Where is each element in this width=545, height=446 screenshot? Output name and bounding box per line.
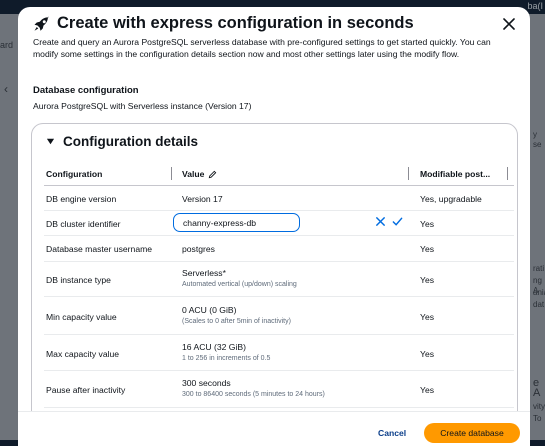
modal-title-text: Create with express configuration in sec… [57, 14, 414, 32]
config-value: Version 17 [182, 194, 223, 204]
column-header-configuration: Configuration [46, 169, 103, 179]
column-header-value-text: Value [182, 169, 205, 179]
config-modifiable: Yes [420, 349, 435, 359]
caret-down-icon [46, 138, 55, 145]
background-side-text: ard [0, 40, 14, 50]
table-row: DB cluster identifier Yes [44, 211, 514, 236]
configuration-details-heading: Configuration details [63, 134, 198, 149]
config-value-group: 16 ACU (32 GiB) 1 to 256 in increments o… [182, 342, 270, 362]
table-row: DB instance type Serverless* Automated v… [44, 262, 514, 297]
config-modifiable: Yes [420, 385, 435, 395]
create-database-button[interactable]: Create database [424, 423, 520, 443]
column-divider[interactable] [171, 167, 172, 180]
close-icon[interactable] [500, 15, 518, 33]
config-modifiable: Yes, upgradable [420, 194, 482, 204]
config-modifiable: Yes [420, 312, 435, 322]
table-row: Min capacity value 0 ACU (0 GiB) (Scales… [44, 297, 514, 335]
column-divider[interactable] [408, 167, 409, 180]
config-value-group: Serverless* Automated vertical (up/down)… [182, 268, 297, 288]
config-value: 0 ACU (0 GiB) [182, 305, 237, 315]
express-config-modal: Create with express configuration in sec… [18, 7, 530, 446]
rocket-icon [34, 16, 49, 31]
config-name: DB engine version [46, 194, 117, 204]
config-modifiable: Yes [420, 219, 435, 229]
database-configuration-value: Aurora PostgreSQL with Serverless instan… [33, 101, 252, 111]
table-row: DB engine version Version 17 Yes, upgrad… [44, 186, 514, 211]
config-name: DB cluster identifier [46, 219, 121, 229]
db-cluster-identifier-input[interactable] [173, 213, 300, 232]
config-value-hint: 300 to 86400 seconds (5 minutes to 24 ho… [182, 391, 325, 398]
modal-description: Create and query an Aurora PostgreSQL se… [33, 37, 491, 59]
background-right-text: To [533, 414, 542, 423]
config-name: DB instance type [46, 275, 111, 285]
table-row: Database master username postgres Yes [44, 236, 514, 262]
background-right-text: vity [533, 402, 545, 411]
config-value-hint: (Scales to 0 after 5min of inactivity) [182, 318, 291, 325]
background-right-text: y se [533, 130, 542, 149]
column-header-value: Value [182, 169, 217, 179]
config-modifiable: Yes [420, 275, 435, 285]
config-value-hint: Automated vertical (up/down) scaling [182, 281, 297, 288]
table-row: Pause after inactivity 300 seconds 300 t… [44, 371, 514, 408]
configuration-details-toggle[interactable]: Configuration details [46, 134, 198, 149]
column-header-modifiable: Modifiable post... [420, 169, 491, 179]
table-header: Configuration Value Modifiable post... [44, 162, 514, 186]
config-name: Min capacity value [46, 312, 117, 322]
config-value: Serverless* [182, 268, 226, 278]
config-value: 16 ACU (32 GiB) [182, 342, 246, 352]
config-value-group: 300 seconds 300 to 86400 seconds (5 minu… [182, 378, 325, 398]
background-right-text: rati [533, 264, 545, 273]
cancel-button[interactable]: Cancel [378, 428, 406, 438]
background-right-text: dat [533, 300, 545, 309]
background-right-text: e A [533, 377, 541, 399]
modal-footer: Cancel Create database [18, 411, 530, 446]
configuration-table: Configuration Value Modifiable post... D… [44, 162, 514, 408]
background-left-panel: ard ‹ [0, 14, 18, 446]
column-divider[interactable] [507, 167, 508, 180]
config-value-group: 0 ACU (0 GiB) (Scales to 0 after 5min of… [182, 305, 291, 325]
config-value: postgres [182, 244, 215, 254]
config-modifiable: Yes [420, 244, 435, 254]
config-name: Database master username [46, 244, 153, 254]
background-right-panel: y se rati ng A ania dat e A vity To [530, 14, 545, 446]
configuration-details-panel: Configuration details Configuration Valu… [31, 123, 518, 446]
config-value: 300 seconds [182, 378, 231, 388]
config-name: Pause after inactivity [46, 385, 126, 395]
chevron-left-icon: ‹ [4, 82, 8, 96]
background-top-bar-text: ba(I [527, 1, 543, 11]
database-configuration-heading: Database configuration [33, 85, 139, 96]
modal-title: Create with express configuration in sec… [33, 14, 414, 33]
config-name: Max capacity value [46, 349, 120, 359]
background-right-text: ania [533, 288, 545, 297]
confirm-edit-icon[interactable] [392, 216, 403, 227]
pencil-icon [209, 170, 217, 178]
cancel-edit-icon[interactable] [375, 216, 386, 227]
config-value-hint: 1 to 256 in increments of 0.5 [182, 355, 271, 362]
table-row: Max capacity value 16 ACU (32 GiB) 1 to … [44, 335, 514, 371]
